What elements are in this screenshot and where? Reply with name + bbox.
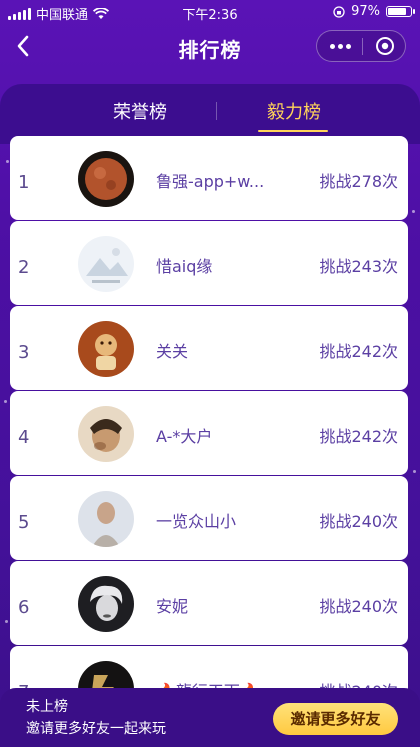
my-rank-status: 未上榜: [26, 699, 68, 715]
player-name: 一览众山小: [156, 512, 237, 531]
close-circle-icon[interactable]: [375, 36, 395, 56]
ranking-row[interactable]: 3 关关 挑战242次: [10, 306, 408, 390]
player-name: 惜aiq缘: [156, 257, 213, 276]
player-name: 安妮: [156, 597, 189, 616]
dot-icon: [345, 43, 351, 49]
tab-honor[interactable]: 荣誉榜: [50, 98, 230, 124]
rank-number: 4: [18, 427, 30, 448]
player-name: 关关: [156, 342, 189, 361]
moon-avatar: [78, 151, 134, 207]
rank-number: 1: [18, 172, 30, 193]
challenge-count: 挑战278次: [319, 172, 398, 191]
marilyn-avatar: [78, 576, 134, 632]
player-name: A-*大户: [156, 427, 213, 446]
challenge-count: 挑战242次: [319, 342, 398, 361]
ranking-row[interactable]: 5 一览众山小 挑战240次: [10, 476, 408, 560]
status-bar: 中国联通 下午2:36 97%: [0, 0, 420, 24]
challenge-count: 挑战242次: [319, 427, 398, 446]
challenge-count: 挑战243次: [319, 257, 398, 276]
challenge-count: 挑战240次: [319, 512, 398, 531]
player-name: 鲁强-app+w...: [156, 172, 265, 191]
ranking-row[interactable]: 6 安妮 挑战240次: [10, 561, 408, 645]
rank-number: 3: [18, 342, 30, 363]
rank-number: 2: [18, 257, 30, 278]
ranking-row[interactable]: 2 惜aiq缘 挑战243次: [10, 221, 408, 305]
challenge-count: 挑战240次: [319, 597, 398, 616]
ranking-row[interactable]: 4 A-*大户 挑战242次: [10, 391, 408, 475]
tabs-panel: 荣誉榜 毅力榜: [0, 84, 420, 144]
person-avatar: [78, 491, 134, 547]
battery-icon: [386, 6, 415, 17]
battery-percent: 97%: [351, 4, 380, 19]
invite-hint-text: 邀请更多好友一起来玩: [26, 721, 166, 737]
rank-number: 5: [18, 512, 30, 533]
mini-program-capsule: [316, 30, 406, 62]
nav-bar: 排行榜: [0, 24, 420, 68]
invite-friends-button[interactable]: 邀请更多好友: [273, 703, 398, 735]
portrait-avatar: [78, 406, 134, 462]
ranking-row[interactable]: 1 鲁强-app+w... 挑战278次: [10, 136, 408, 220]
more-menu-button[interactable]: [325, 31, 355, 61]
dot-icon: [337, 43, 343, 49]
rotation-lock-icon: [333, 5, 345, 18]
rank-number: 6: [18, 597, 30, 618]
my-rank-bar: 未上榜 邀请更多好友一起来玩 邀请更多好友: [0, 688, 420, 747]
monkey-avatar: [78, 321, 134, 377]
active-tab-indicator: [258, 130, 328, 132]
landscape-avatar: [78, 236, 134, 292]
tab-persistence[interactable]: 毅力榜: [204, 98, 384, 124]
dot-icon: [329, 43, 335, 49]
